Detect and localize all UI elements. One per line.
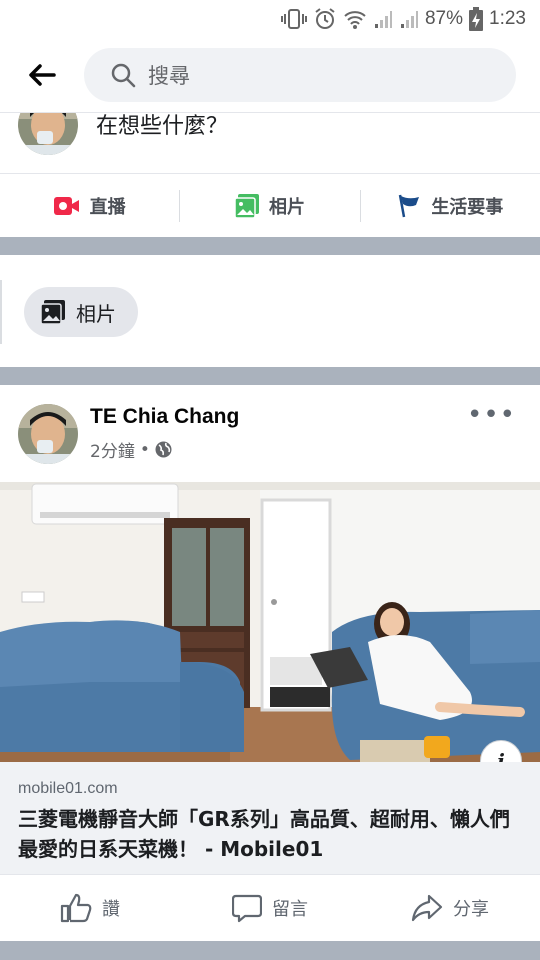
comment-button[interactable]: 留言	[180, 893, 360, 923]
live-button[interactable]: 直播	[0, 193, 179, 219]
composer[interactable]: 在想些什麼？	[0, 113, 540, 173]
link-title: 三菱電機靜音大師「GR系列」高品質、超耐用、懶人們最愛的日系天菜機！ - Mob…	[18, 807, 510, 861]
back-button[interactable]	[0, 38, 84, 113]
photo-button[interactable]: 相片	[180, 193, 359, 219]
share-icon	[411, 894, 443, 922]
link-preview-image[interactable]: i	[0, 482, 540, 762]
vibrate-icon	[280, 8, 307, 30]
back-arrow-icon	[29, 64, 56, 86]
wifi-icon	[343, 8, 367, 30]
life-event-button[interactable]: 生活要事	[361, 193, 540, 219]
flag-icon	[399, 194, 420, 217]
search-input[interactable]: 搜尋	[84, 48, 516, 102]
comment-icon	[232, 894, 262, 923]
photo-icon	[40, 300, 65, 325]
photo-chip[interactable]: 相片	[24, 287, 138, 337]
signal-icon-1	[373, 8, 393, 30]
avatar[interactable]	[18, 113, 78, 159]
live-video-icon	[53, 196, 79, 215]
like-icon	[60, 893, 92, 923]
post-actions: 讚 留言 分享	[0, 874, 540, 941]
search-icon	[111, 63, 136, 88]
post-time[interactable]: 2分鐘	[90, 437, 135, 462]
live-label: 直播	[89, 196, 126, 218]
battery-charging-icon	[469, 7, 484, 31]
feed-post: TE Chia Chang 2分鐘 • ••• i mobile01.com 三…	[0, 385, 540, 941]
avatar[interactable]	[18, 404, 78, 468]
battery-percent: 87%	[424, 8, 464, 29]
divider-line	[0, 280, 2, 344]
life-event-label: 生活要事	[431, 196, 504, 218]
post-more-button[interactable]: •••	[467, 402, 516, 428]
search-placeholder: 搜尋	[148, 64, 190, 88]
post-meta: 2分鐘 •	[90, 437, 172, 462]
like-label: 讚	[102, 899, 120, 920]
section-divider	[0, 237, 540, 255]
alarm-icon	[313, 7, 337, 31]
status-bar: 87% 1:23	[0, 0, 540, 38]
globe-icon	[155, 441, 172, 458]
post-author[interactable]: TE Chia Chang	[90, 405, 239, 429]
photo-icon	[234, 193, 259, 218]
link-domain: mobile01.com	[18, 780, 118, 797]
signal-icon-2	[399, 8, 419, 30]
composer-actions: 直播 相片 生活要事	[0, 173, 540, 237]
section-divider	[0, 367, 540, 385]
clock: 1:23	[489, 8, 526, 29]
top-bar: 搜尋	[0, 38, 540, 113]
comment-label: 留言	[272, 899, 308, 920]
section-divider	[0, 941, 540, 960]
photo-chip-row: 相片	[0, 255, 540, 367]
share-button[interactable]: 分享	[360, 894, 540, 922]
link-preview[interactable]: mobile01.com 三菱電機靜音大師「GR系列」高品質、超耐用、懶人們最愛…	[0, 762, 540, 874]
like-button[interactable]: 讚	[0, 893, 180, 923]
share-label: 分享	[453, 899, 489, 920]
photo-chip-label: 相片	[76, 301, 116, 326]
photo-label: 相片	[268, 196, 305, 218]
composer-prompt[interactable]: 在想些什麼？	[96, 113, 228, 141]
meta-separator: •	[139, 439, 150, 460]
